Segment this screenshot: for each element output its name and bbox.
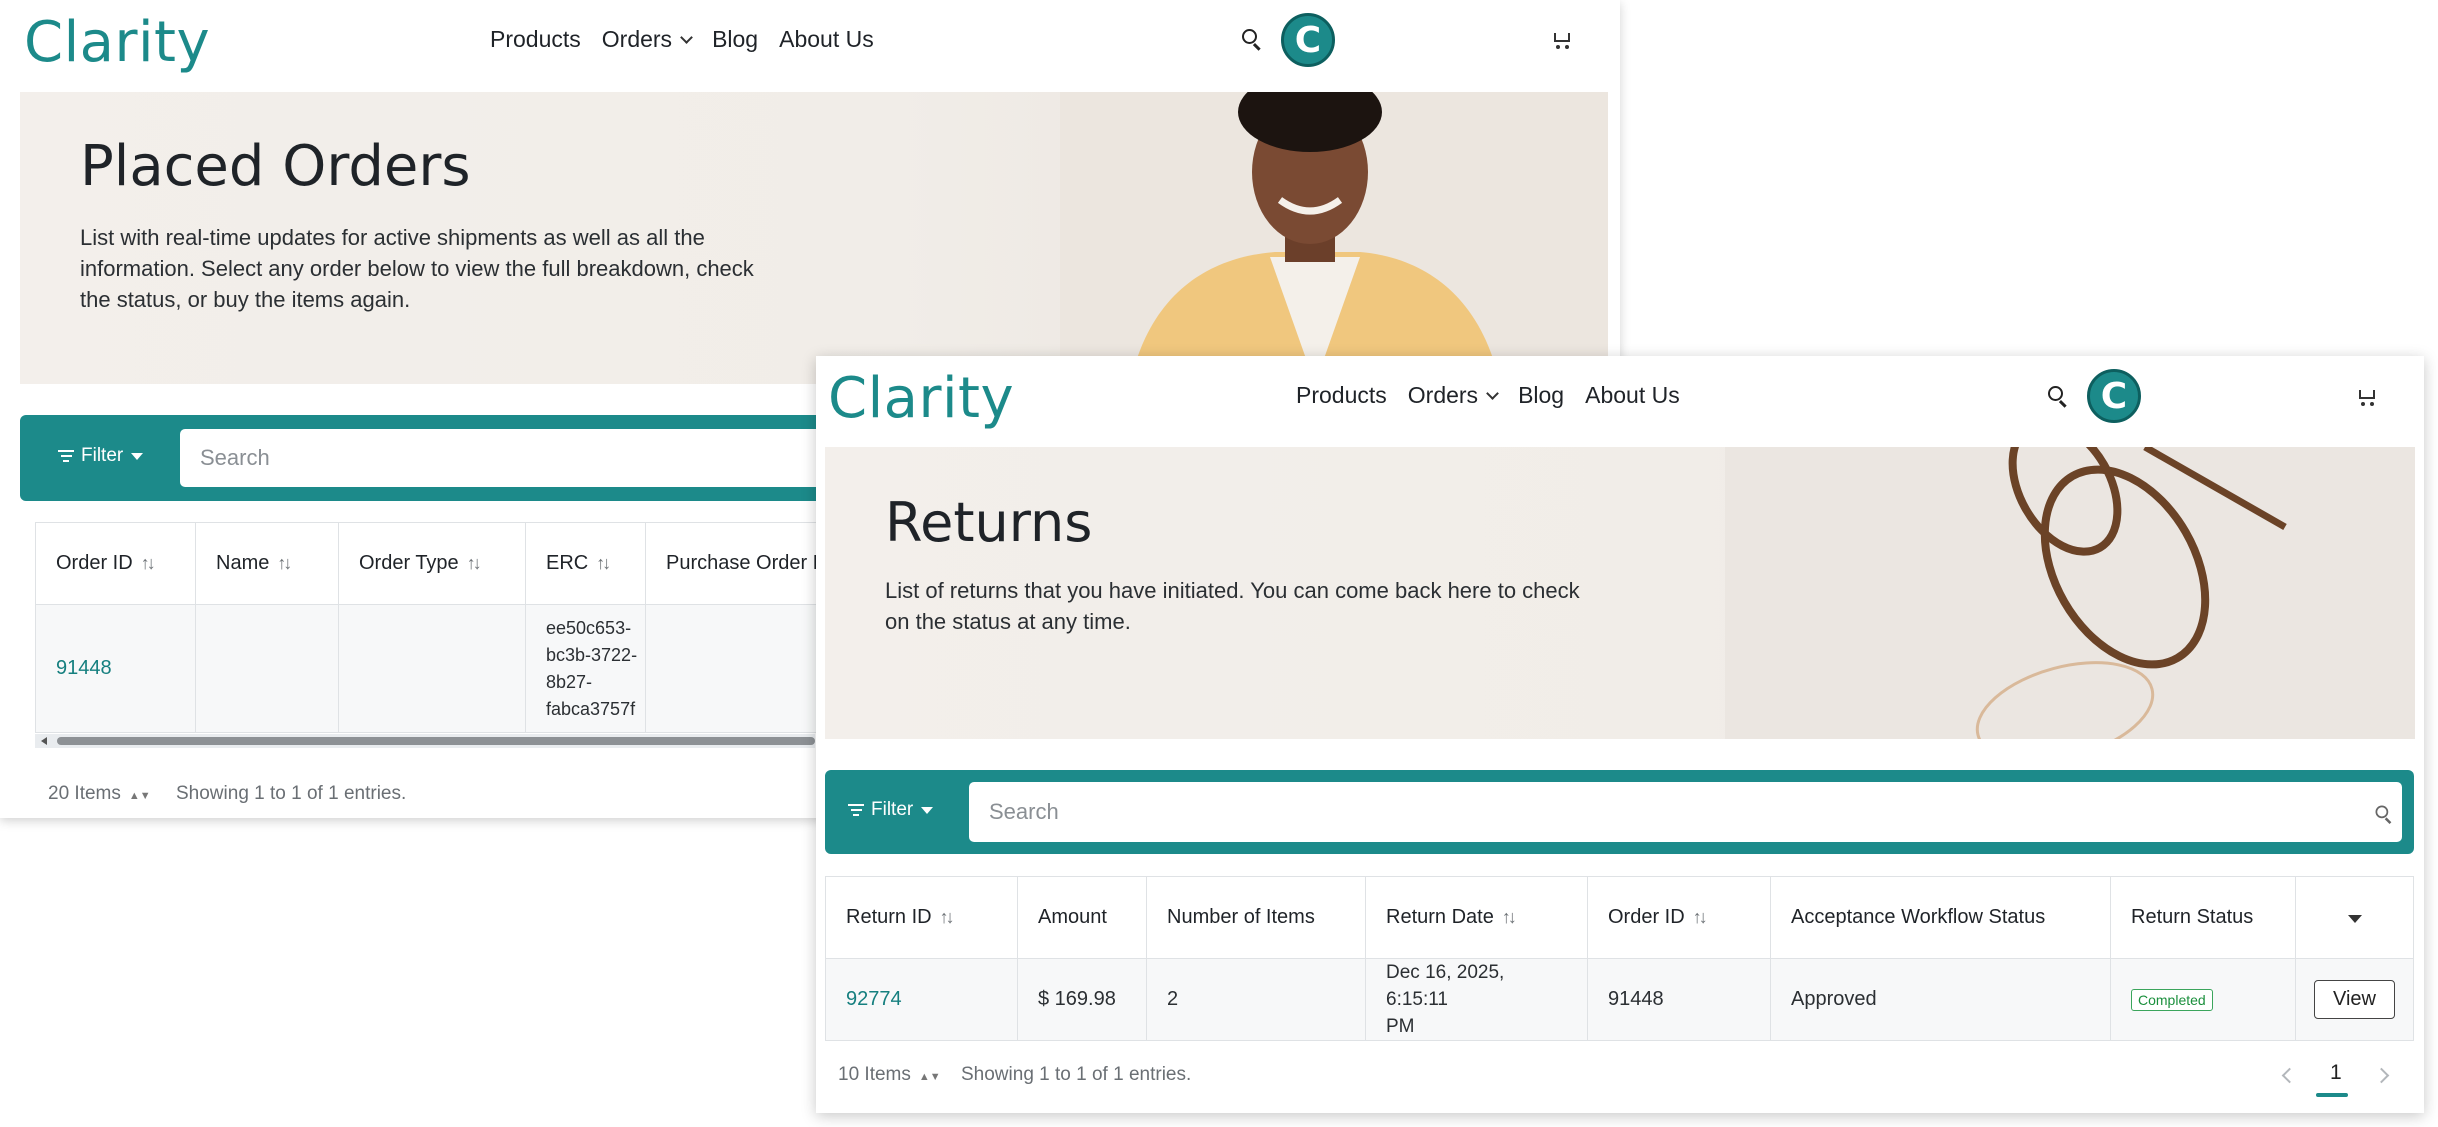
cell-workflow-status: Approved [1770, 958, 2111, 1041]
search-icon[interactable] [1242, 29, 1262, 51]
col-number-of-items: Number of Items [1146, 876, 1366, 959]
sort-icon[interactable]: ↑↓ [141, 553, 156, 573]
caret-down-icon [131, 452, 144, 460]
returns-table: Return ID ↑↓ Amount Number of Items Retur… [825, 876, 2414, 1041]
hero-person-image [1060, 92, 1608, 384]
nav-about-us[interactable]: About Us [1585, 382, 1680, 409]
cell-return-status: Completed [2110, 958, 2296, 1041]
chevron-right-icon[interactable] [2373, 1067, 2390, 1084]
cell-erc: ee50c653- bc3b-3722- 8b27- fabca3757f [525, 604, 646, 733]
sort-icon[interactable]: ↑↓ [467, 553, 482, 573]
search-input[interactable] [969, 782, 2402, 842]
filter-button[interactable]: Filter [848, 799, 934, 821]
entries-summary: Showing 1 to 1 of 1 entries. [176, 783, 407, 804]
col-return-date[interactable]: Return Date ↑↓ [1365, 876, 1588, 959]
cell-order-type [338, 604, 526, 733]
pagination-current-page[interactable]: 1 [2330, 1061, 2342, 1085]
nav-products[interactable]: Products [490, 26, 581, 53]
horizontal-scrollbar[interactable] [35, 734, 815, 748]
entries-summary: Showing 1 to 1 of 1 entries. [961, 1064, 1192, 1085]
page-description: List of returns that you have initiated.… [885, 578, 1580, 634]
search-icon[interactable] [2048, 386, 2068, 408]
nav-products[interactable]: Products [1296, 382, 1387, 409]
cell-order-id: 91448 [1587, 958, 1771, 1041]
clarity-logo[interactable]: Clarity [24, 10, 210, 75]
chevron-down-icon [1486, 387, 1499, 400]
page-size-select[interactable]: 10 Items ▲▼ [838, 1064, 941, 1086]
page-size-select[interactable]: 20 Items ▲▼ [48, 783, 151, 805]
clarity-logo[interactable]: Clarity [828, 366, 1014, 431]
main-nav: Products Orders Blog About Us [1296, 382, 1701, 409]
view-button[interactable]: View [2314, 980, 2395, 1019]
nav-orders[interactable]: Orders [601, 26, 693, 53]
cell-number-of-items: 2 [1146, 958, 1366, 1041]
updown-icon: ▲▼ [128, 790, 151, 802]
page-title: Returns [885, 491, 1093, 554]
avatar[interactable]: C [2087, 369, 2141, 423]
cell-order-id[interactable]: 91448 [35, 604, 196, 733]
filter-label: Filter [81, 445, 124, 466]
orders-hero: Placed Orders List with real-time update… [20, 92, 1608, 384]
filter-icon [848, 801, 864, 819]
col-erc[interactable]: ERC ↑↓ [525, 522, 646, 605]
col-workflow-status: Acceptance Workflow Status [1770, 876, 2111, 959]
page-description: List with real-time updates for active s… [80, 225, 754, 312]
sort-icon[interactable]: ↑↓ [940, 907, 955, 927]
page-title: Placed Orders [80, 134, 471, 199]
cell-name [195, 604, 339, 733]
sort-icon[interactable]: ↑↓ [1502, 907, 1517, 927]
col-amount: Amount [1017, 876, 1147, 959]
col-order-id[interactable]: Order ID ↑↓ [35, 522, 196, 605]
sort-icon[interactable]: ↑↓ [277, 553, 292, 573]
table-row[interactable]: 91448 ee50c653- bc3b-3722- 8b27- fabca37… [35, 604, 946, 733]
sort-icon[interactable]: ↑↓ [596, 553, 611, 573]
chevron-down-icon [680, 31, 693, 44]
col-order-type[interactable]: Order Type ↑↓ [338, 522, 526, 605]
avatar[interactable]: C [1281, 13, 1335, 67]
sort-icon[interactable]: ↑↓ [1693, 907, 1708, 927]
returns-window: Clarity Products Orders Blog About Us C … [816, 356, 2424, 1113]
cart-icon[interactable] [1551, 30, 1573, 50]
nav-orders-label: Orders [601, 26, 673, 52]
cell-action: View [2295, 958, 2414, 1041]
table-row[interactable]: 92774 $ 169.98 2 Dec 16, 2025, 6:15:11 P… [825, 958, 2414, 1041]
hero-glasses-image [1725, 447, 2415, 739]
active-page-indicator [2316, 1093, 2348, 1097]
orders-table: Order ID ↑↓ Name ↑↓ Order Type ↑↓ ERC ↑↓ Pur… [35, 522, 946, 733]
updown-icon: ▲▼ [918, 1071, 941, 1083]
status-badge: Completed [2131, 989, 2213, 1011]
caret-down-icon [921, 806, 934, 814]
returns-hero: Returns List of returns that you have in… [825, 447, 2415, 739]
filter-label: Filter [871, 799, 914, 820]
col-name[interactable]: Name ↑↓ [195, 522, 339, 605]
col-return-status: Return Status [2110, 876, 2296, 959]
col-return-id[interactable]: Return ID ↑↓ [825, 876, 1018, 959]
filter-icon [58, 447, 74, 465]
site-header: Clarity Products Orders Blog About Us C [816, 356, 2424, 446]
site-header: Clarity Products Orders Blog About Us C [0, 0, 1620, 90]
nav-about-us[interactable]: About Us [779, 26, 874, 53]
filter-button[interactable]: Filter [58, 445, 144, 467]
nav-orders-label: Orders [1407, 382, 1479, 408]
main-nav: Products Orders Blog About Us [490, 26, 895, 53]
chevron-left-icon[interactable] [2281, 1067, 2298, 1084]
search-submit-icon[interactable] [2375, 805, 2393, 824]
cell-return-id[interactable]: 92774 [825, 958, 1018, 1041]
table-header-row: Return ID ↑↓ Amount Number of Items Retur… [825, 876, 2414, 959]
cart-icon[interactable] [2356, 387, 2378, 407]
cell-amount: $ 169.98 [1017, 958, 1147, 1041]
filter-bar: Filter [825, 770, 2414, 854]
column-menu-button[interactable] [2295, 876, 2414, 959]
caret-down-icon [2347, 915, 2362, 923]
col-order-id[interactable]: Order ID ↑↓ [1587, 876, 1771, 959]
cell-return-date: Dec 16, 2025, 6:15:11 PM [1365, 958, 1588, 1041]
nav-blog[interactable]: Blog [1518, 382, 1564, 409]
nav-blog[interactable]: Blog [712, 26, 758, 53]
table-header-row: Order ID ↑↓ Name ↑↓ Order Type ↑↓ ERC ↑↓ Pur… [35, 522, 946, 605]
nav-orders[interactable]: Orders [1407, 382, 1499, 409]
